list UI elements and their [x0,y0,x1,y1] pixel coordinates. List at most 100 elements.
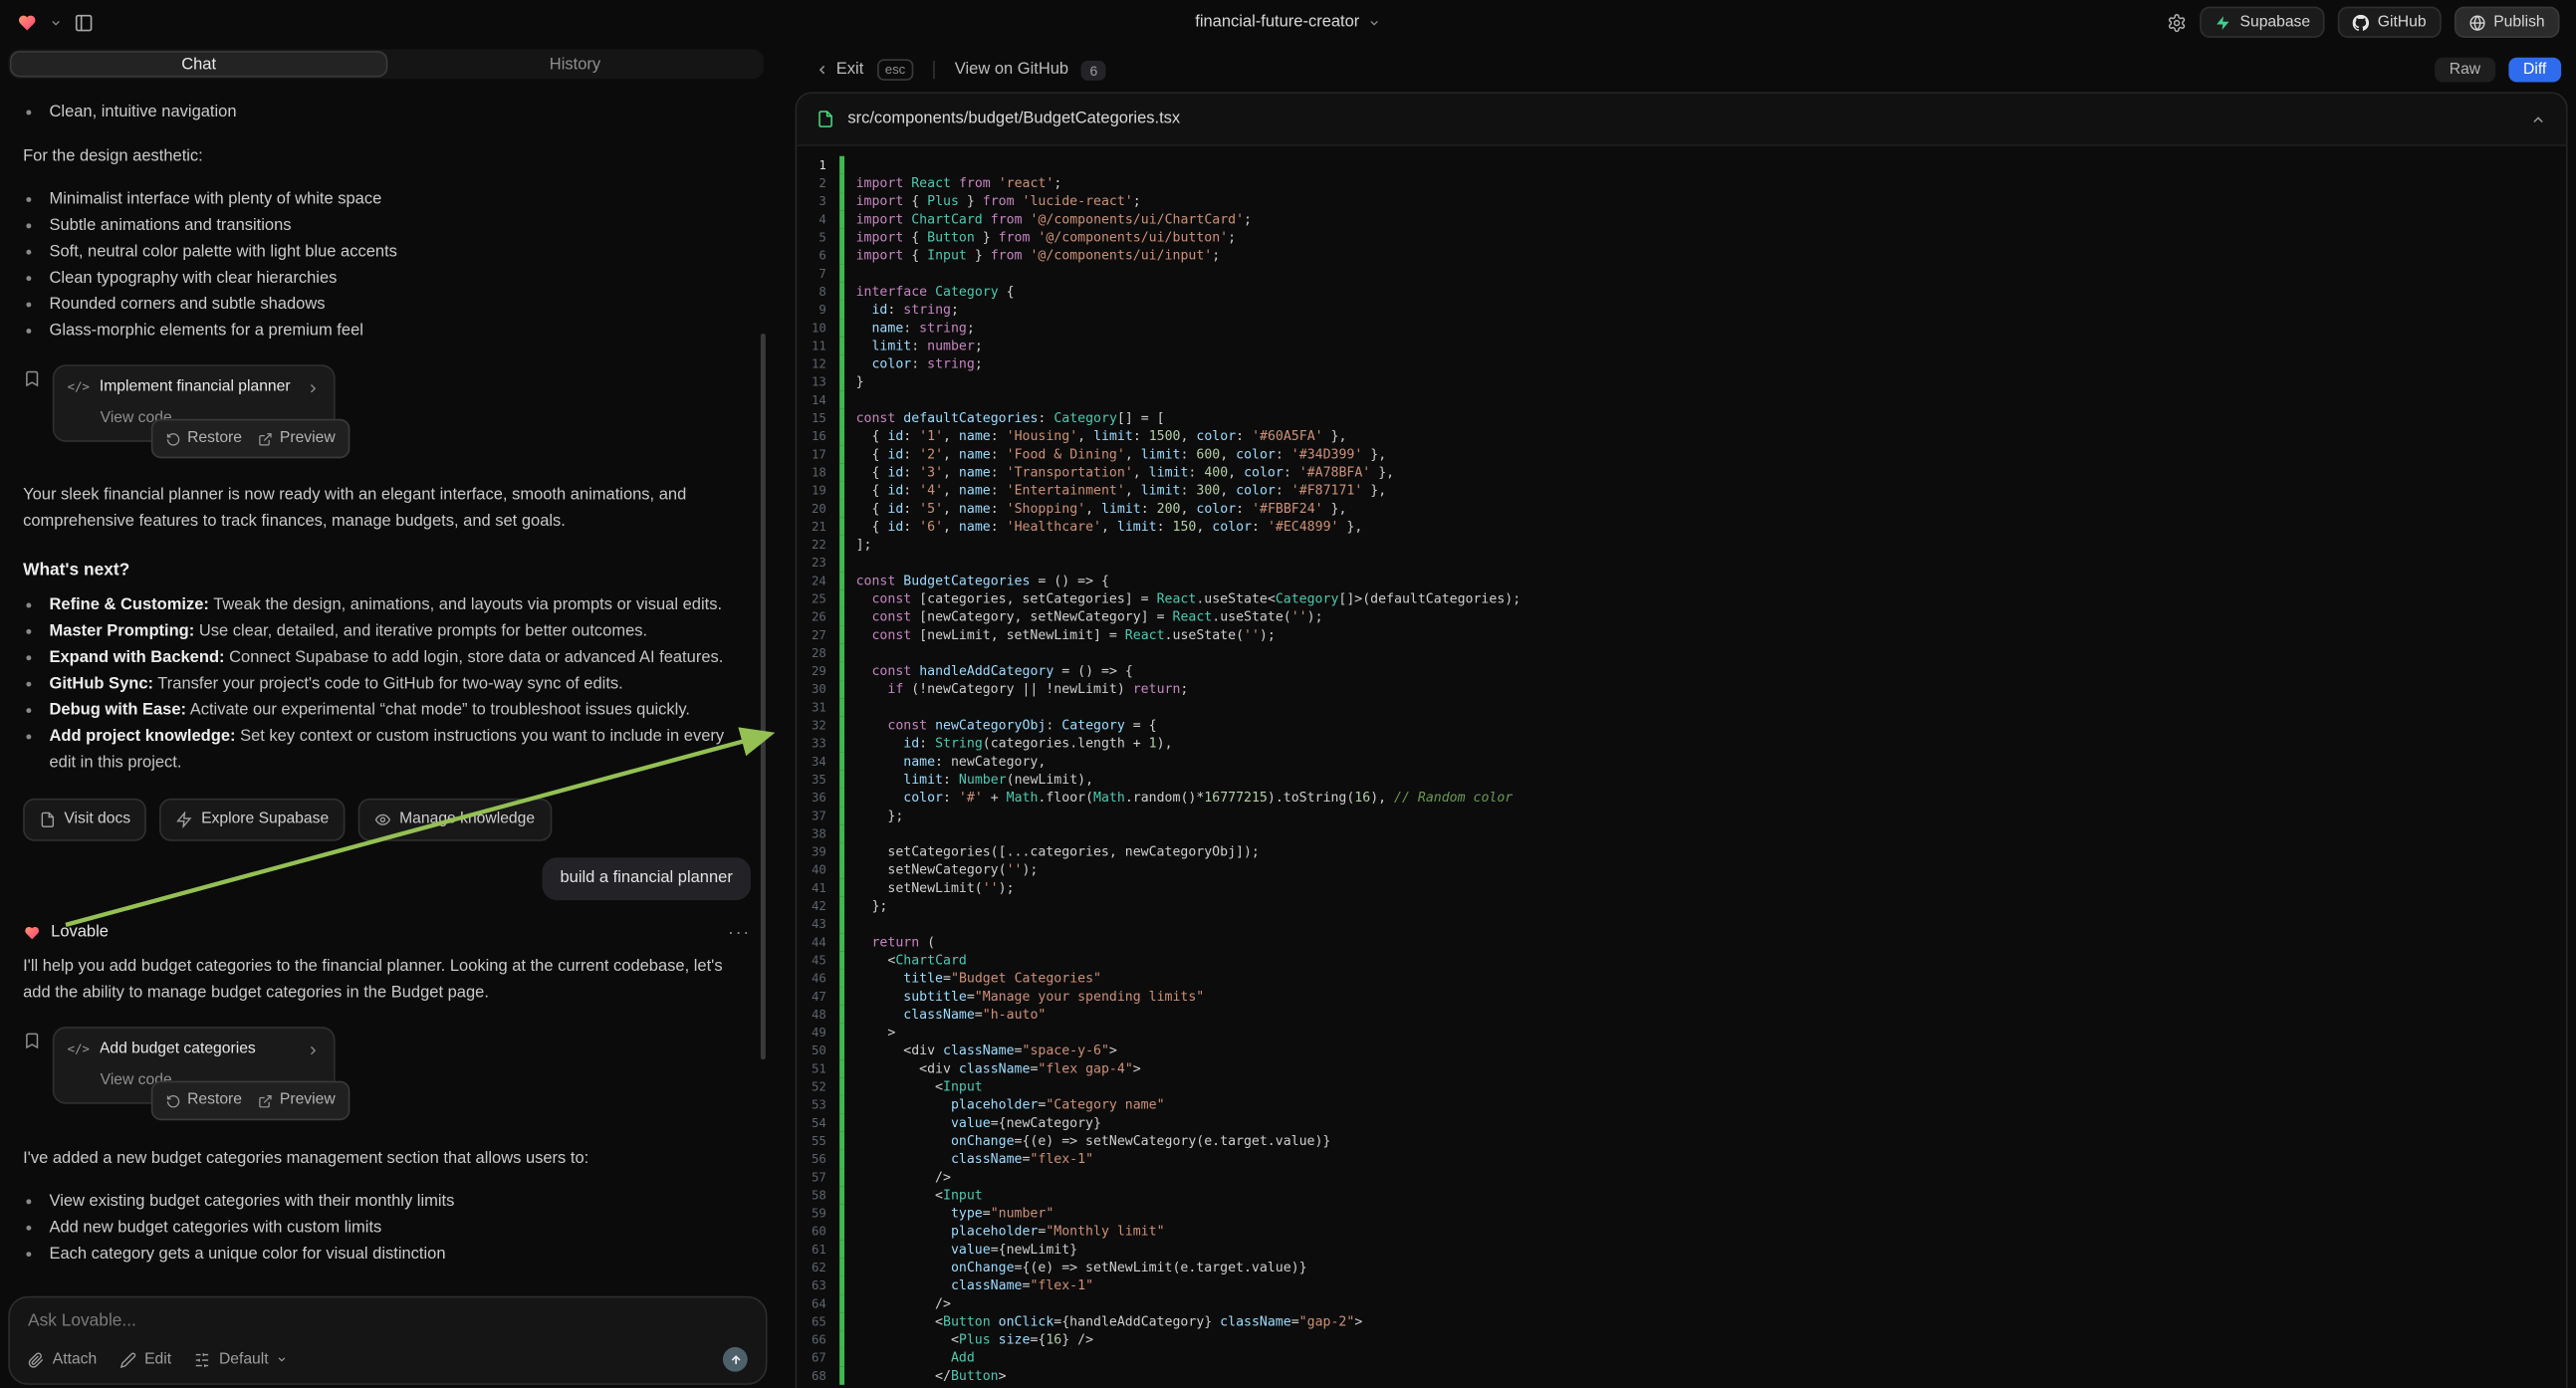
whats-next-heading: What's next? [23,557,751,582]
chat-input[interactable] [28,1311,748,1331]
explore-supabase-button[interactable]: Explore Supabase [160,799,346,841]
code-line: 7 [797,265,2566,283]
chat-messages: Clean, intuitive navigation For the desi… [0,87,776,1285]
preview-button[interactable]: Preview [258,425,335,451]
manage-knowledge-button[interactable]: Manage knowledge [358,799,552,841]
tab-chat[interactable]: Chat [10,51,387,77]
chat-tabs: Chat History [8,49,764,79]
supabase-icon [2216,14,2231,30]
composer: Attach Edit Default [8,1296,767,1385]
bookmark-icon[interactable] [23,1032,41,1049]
mode-select[interactable]: Default [194,1350,288,1368]
bullet-item: Minimalist interface with plenty of whit… [46,187,751,213]
file-header[interactable]: src/components/budget/BudgetCategories.t… [797,94,2566,146]
esc-badge: esc [876,59,913,80]
view-on-github-button[interactable]: View on GitHub [955,61,1068,79]
chevron-left-icon [815,63,829,78]
message-menu-icon[interactable]: ··· [728,920,751,946]
next-steps-list: Refine & Customize: Tweak the design, an… [23,593,751,778]
code-line: 34 name: newCategory, [797,753,2566,771]
restore-icon [166,431,181,446]
code-line: 12 color: string; [797,354,2566,372]
file-path: src/components/budget/BudgetCategories.t… [847,111,1180,128]
project-selector[interactable]: financial-future-creator [1195,13,1381,31]
code-line: 57 /> [797,1168,2566,1186]
chevron-down-icon[interactable] [49,16,62,29]
code-panel: src/components/budget/BudgetCategories.t… [796,92,2568,1388]
explore-supabase-label: Explore Supabase [201,807,329,832]
code-icon: </> [68,374,90,400]
next-step-item: Add project knowledge: Set key context o… [46,725,751,778]
sidebar-toggle-icon[interactable] [74,12,94,32]
bullet-item: Soft, neutral color palette with light b… [46,240,751,266]
bookmark-icon[interactable] [23,369,41,387]
bullet-item: Clean, intuitive navigation [46,101,751,126]
bullet-item: Glass-morphic elements for a premium fee… [46,319,751,345]
edit-button[interactable]: Edit [119,1350,171,1368]
code-line: 8interface Category { [797,283,2566,301]
code-line: 50 <div className="space-y-6"> [797,1041,2566,1059]
code-line: 17 { id: '2', name: 'Food & Dining', lim… [797,445,2566,463]
code-line: 35 limit: Number(newLimit), [797,771,2566,789]
code-line: 42 }; [797,897,2566,915]
quick-actions: Visit docs Explore Supabase Manage knowl… [23,799,751,841]
version-toolbar: Restore Preview [151,419,351,459]
tab-history[interactable]: History [387,51,762,77]
bullet-item: Clean typography with clear hierarchies [46,266,751,292]
code-line: 23 [797,554,2566,572]
publish-label: Publish [2493,13,2544,31]
attach-button[interactable]: Attach [28,1350,97,1368]
assistant-intro-paragraph: I'll help you add budget categories to t… [23,955,751,1008]
code-line: 2import React from 'react'; [797,174,2566,192]
code-line: 32 const newCategoryObj: Category = { [797,716,2566,734]
restore-icon [166,1093,181,1108]
code-line: 38 [797,824,2566,842]
send-button[interactable] [723,1347,748,1372]
github-button[interactable]: GitHub [2338,7,2441,38]
code-line: 25 const [categories, setCategories] = R… [797,589,2566,607]
project-name: financial-future-creator [1195,13,1359,31]
bullet-item: Rounded corners and subtle shadows [46,293,751,319]
code-line: 29 const handleAddCategory = () => { [797,662,2566,680]
app-window: financial-future-creator Supabase GitHub [0,0,2576,1388]
code-line: 13} [797,373,2566,391]
restore-button[interactable]: Restore [166,1087,242,1113]
chat-panel: Chat History Clean, intuitive navigation… [0,45,776,1388]
topbar: financial-future-creator Supabase GitHub [0,0,2576,45]
chat-scrollbar-thumb[interactable] [761,334,766,1059]
code-line: 10 name: string; [797,319,2566,337]
code-line: 40 setNewCategory(''); [797,861,2566,879]
code-line: 48 className="h-auto" [797,1006,2566,1024]
settings-gear-icon[interactable] [2168,12,2188,32]
code-line: 56 className="flex-1" [797,1150,2566,1168]
publish-button[interactable]: Publish [2455,7,2560,38]
github-icon [2353,14,2369,30]
code-line: 33 id: String(categories.length + 1), [797,734,2566,752]
lovable-logo-icon[interactable] [16,12,37,32]
restore-button[interactable]: Restore [166,425,242,451]
attach-label: Attach [53,1350,97,1368]
collapse-chevron-up-icon[interactable] [2530,111,2546,126]
document-icon [40,811,56,827]
code-line: 53 placeholder="Category name" [797,1095,2566,1113]
external-link-icon [258,431,273,446]
exit-button[interactable]: Exit [815,61,863,79]
chevron-down-icon [1368,16,1381,29]
code-line: 9 id: string; [797,301,2566,319]
edit-label: Edit [144,1350,171,1368]
next-step-item: Debug with Ease: Activate our experiment… [46,698,751,724]
chevron-down-icon [277,1353,289,1365]
supabase-button[interactable]: Supabase [2201,7,2325,38]
file-icon [817,111,834,128]
code-line: 67 Add [797,1349,2566,1367]
version-toolbar: Restore Preview [151,1081,351,1121]
eye-icon [374,811,390,827]
preview-button[interactable]: Preview [258,1087,335,1113]
diff-button[interactable]: Diff [2508,58,2561,83]
raw-button[interactable]: Raw [2435,58,2495,83]
code-line: 11 limit: number; [797,337,2566,354]
visit-docs-button[interactable]: Visit docs [23,799,147,841]
code-editor: 12import React from 'react';3import { Pl… [797,147,2566,1388]
code-line: 39 setCategories([...categories, newCate… [797,842,2566,860]
supabase-label: Supabase [2240,13,2311,31]
